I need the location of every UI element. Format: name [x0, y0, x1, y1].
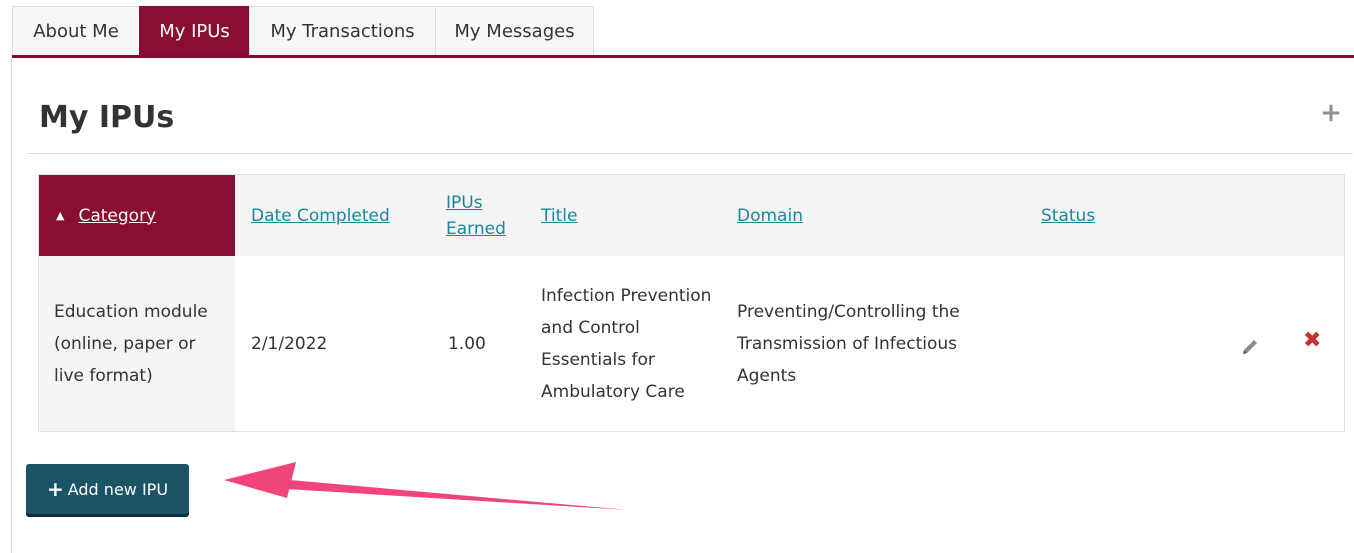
table-header: ▲ Category Date Completed IPUs Earned Ti…	[39, 175, 1344, 256]
plus-icon[interactable]: +	[1320, 100, 1342, 126]
cell-date-completed: 2/1/2022	[251, 256, 327, 431]
domain-value: Preventing/Controlling the Transmission …	[737, 301, 960, 386]
tab-my-transactions[interactable]: My Transactions	[249, 6, 436, 56]
pencil-icon[interactable]	[1239, 336, 1261, 358]
cell-category: Education module (online, paper or live …	[39, 256, 235, 431]
ipus-earned-label-line1: IPUs	[446, 192, 483, 213]
column-header-date-completed: Date Completed	[251, 175, 390, 256]
plus-icon: +	[46, 477, 64, 501]
status-sort-link[interactable]: Status	[1041, 206, 1095, 226]
table-row: Education module (online, paper or live …	[39, 256, 1344, 431]
tab-about-me[interactable]: About Me	[12, 6, 140, 56]
add-new-ipu-label: Add new IPU	[67, 479, 169, 499]
cell-domain: Preventing/Controlling the Transmission …	[737, 256, 995, 431]
page-title: My IPUs	[39, 100, 175, 135]
add-new-ipu-button[interactable]: + Add new IPU	[26, 464, 189, 514]
cell-title: Infection Prevention and Control Essenti…	[541, 256, 713, 431]
date-completed-value: 2/1/2022	[251, 333, 328, 354]
tab-bar-underline	[12, 55, 1354, 58]
category-value: Education module (online, paper or live …	[54, 301, 208, 386]
cell-ipus-earned: 1.00	[448, 256, 486, 431]
date-completed-sort-link[interactable]: Date Completed	[251, 206, 390, 226]
sort-ascending-icon: ▲	[56, 209, 65, 222]
ipus-earned-sort-link[interactable]: IPUs Earned	[446, 190, 506, 242]
column-header-ipus-earned: IPUs Earned	[446, 175, 506, 256]
column-header-status: Status	[1041, 175, 1095, 256]
column-header-domain: Domain	[737, 175, 803, 256]
title-divider	[27, 153, 1353, 154]
ipus-earned-value: 1.00	[448, 333, 486, 354]
domain-sort-link[interactable]: Domain	[737, 206, 803, 226]
profile-tabs: About Me My IPUs My Transactions My Mess…	[12, 6, 594, 56]
column-header-category[interactable]: ▲ Category	[39, 175, 235, 256]
title-sort-link[interactable]: Title	[541, 206, 577, 226]
category-sort-link[interactable]: Category	[78, 206, 156, 226]
title-value: Infection Prevention and Control Essenti…	[541, 285, 712, 402]
delete-icon[interactable]: ✖	[1303, 328, 1321, 354]
column-header-title: Title	[541, 175, 577, 256]
content-left-border	[11, 58, 12, 553]
ipus-earned-label-line2: Earned	[446, 218, 506, 239]
ipu-table: ▲ Category Date Completed IPUs Earned Ti…	[38, 174, 1345, 432]
tab-my-ipus[interactable]: My IPUs	[139, 6, 250, 56]
tab-my-messages[interactable]: My Messages	[435, 6, 594, 56]
